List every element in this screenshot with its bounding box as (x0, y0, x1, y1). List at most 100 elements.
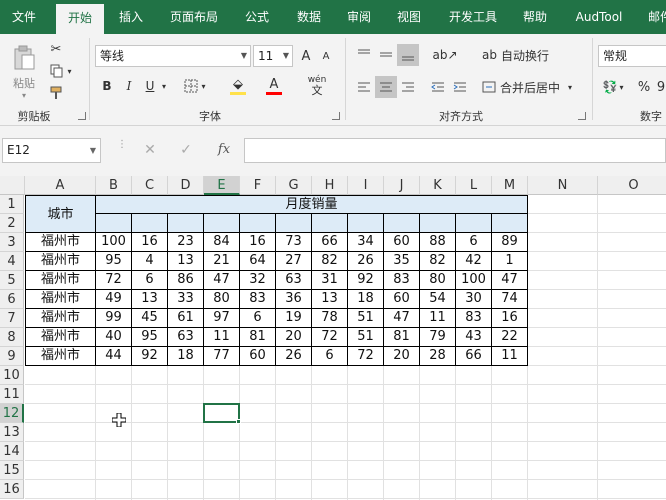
clipboard-launcher-icon[interactable] (78, 112, 86, 120)
tab-home[interactable]: 开始 (56, 4, 104, 34)
column-header-g[interactable]: G (276, 176, 312, 195)
sales-cell[interactable]: 88 (420, 233, 456, 252)
sales-cell[interactable]: 60 (384, 233, 420, 252)
sales-cell[interactable]: 47 (492, 271, 528, 290)
align-middle-button[interactable] (376, 44, 396, 66)
sales-cell[interactable]: 16 (132, 233, 168, 252)
sales-cell[interactable]: 49 (96, 290, 132, 309)
header-blank-cell[interactable] (240, 214, 276, 233)
row-header-1[interactable]: 1 (0, 195, 24, 214)
sales-cell[interactable]: 51 (348, 309, 384, 328)
tab-mailings[interactable]: 邮件 (640, 0, 666, 34)
sales-cell[interactable]: 47 (384, 309, 420, 328)
sales-cell[interactable]: 63 (168, 328, 204, 347)
header-blank-cell[interactable] (204, 214, 240, 233)
accounting-format-button[interactable]: 💱 ▾ (598, 76, 628, 98)
row-header-16[interactable]: 16 (0, 480, 24, 499)
column-header-d[interactable]: D (168, 176, 204, 195)
sales-cell[interactable]: 72 (312, 328, 348, 347)
align-bottom-button[interactable] (397, 44, 419, 66)
underline-button[interactable]: U (141, 76, 159, 96)
sales-cell[interactable]: 4 (132, 252, 168, 271)
city-cell[interactable]: 福州市 (25, 252, 96, 271)
sales-cell[interactable]: 20 (384, 347, 420, 366)
sales-cell[interactable]: 89 (492, 233, 528, 252)
sales-cell[interactable]: 81 (240, 328, 276, 347)
column-header-c[interactable]: C (132, 176, 168, 195)
select-all-corner[interactable] (0, 176, 25, 195)
fill-handle[interactable] (236, 419, 241, 424)
sales-cell[interactable]: 6 (456, 233, 492, 252)
sales-cell[interactable]: 83 (240, 290, 276, 309)
sales-cell[interactable]: 19 (276, 309, 312, 328)
sales-cell[interactable]: 1 (492, 252, 528, 271)
splitter-grip-icon[interactable]: ⋮ (117, 140, 127, 158)
sales-cell[interactable]: 66 (312, 233, 348, 252)
row-header-14[interactable]: 14 (0, 442, 24, 461)
sales-cell[interactable]: 60 (240, 347, 276, 366)
sales-cell[interactable]: 20 (276, 328, 312, 347)
sales-cell[interactable]: 100 (456, 271, 492, 290)
row-header-7[interactable]: 7 (0, 309, 24, 328)
row-header-8[interactable]: 8 (0, 328, 24, 347)
sales-cell[interactable]: 34 (348, 233, 384, 252)
city-cell[interactable]: 福州市 (25, 347, 96, 366)
tab-review[interactable]: 审阅 (338, 0, 380, 34)
fill-color-button[interactable]: ⬙ (222, 76, 254, 96)
sales-cell[interactable]: 78 (312, 309, 348, 328)
percent-style-button[interactable]: % (634, 76, 654, 98)
city-cell[interactable]: 福州市 (25, 233, 96, 252)
sales-cell[interactable]: 82 (312, 252, 348, 271)
column-header-i[interactable]: I (348, 176, 384, 195)
sales-cell[interactable]: 72 (96, 271, 132, 290)
tab-file[interactable]: 文件 (0, 0, 48, 34)
sales-cell[interactable]: 45 (132, 309, 168, 328)
sales-cell[interactable]: 6 (132, 271, 168, 290)
row-header-13[interactable]: 13 (0, 423, 24, 442)
row-header-11[interactable]: 11 (0, 385, 24, 404)
sales-cell[interactable]: 83 (384, 271, 420, 290)
header-blank-cell[interactable] (312, 214, 348, 233)
sales-cell[interactable]: 80 (420, 271, 456, 290)
row-header-4[interactable]: 4 (0, 252, 24, 271)
header-blank-cell[interactable] (348, 214, 384, 233)
sales-cell[interactable]: 44 (96, 347, 132, 366)
tab-insert[interactable]: 插入 (110, 0, 152, 34)
align-right-button[interactable] (398, 76, 418, 98)
worksheet-grid[interactable]: A B C D E F G H I J K L M N O 1 2 3 4 5 6 7 8 9 10 11 12 13 14 15 16 城市… (0, 176, 666, 500)
sales-cell[interactable]: 51 (348, 328, 384, 347)
city-cell[interactable]: 福州市 (25, 328, 96, 347)
sales-cell[interactable]: 36 (276, 290, 312, 309)
sales-cell[interactable]: 74 (492, 290, 528, 309)
sales-cell[interactable]: 6 (240, 309, 276, 328)
header-blank-cell[interactable] (420, 214, 456, 233)
column-header-o[interactable]: O (598, 176, 666, 195)
sales-cell[interactable]: 35 (384, 252, 420, 271)
header-blank-cell[interactable] (132, 214, 168, 233)
column-header-b[interactable]: B (96, 176, 132, 195)
sales-cell[interactable]: 86 (168, 271, 204, 290)
sales-cell[interactable]: 32 (240, 271, 276, 290)
name-box[interactable]: E12 ▼ (2, 138, 101, 163)
enter-icon[interactable]: ✓ (176, 140, 196, 160)
sales-cell[interactable]: 72 (348, 347, 384, 366)
insert-function-icon[interactable]: fx (212, 140, 236, 160)
sales-cell[interactable]: 66 (456, 347, 492, 366)
sales-cell[interactable]: 84 (204, 233, 240, 252)
sales-cell[interactable]: 26 (276, 347, 312, 366)
shrink-font-button[interactable]: A (317, 46, 335, 66)
sales-cell[interactable]: 43 (456, 328, 492, 347)
sales-cell[interactable]: 92 (132, 347, 168, 366)
sales-cell[interactable]: 11 (420, 309, 456, 328)
sales-cell[interactable]: 28 (420, 347, 456, 366)
sales-cell[interactable]: 13 (168, 252, 204, 271)
alignment-launcher-icon[interactable] (578, 112, 586, 120)
header-blank-cell[interactable] (96, 214, 132, 233)
wrap-text-button[interactable]: ab 自动换行 (482, 44, 554, 66)
formula-input[interactable] (244, 138, 666, 163)
sales-cell[interactable]: 77 (204, 347, 240, 366)
sales-cell[interactable]: 54 (420, 290, 456, 309)
column-header-e[interactable]: E (204, 176, 240, 195)
sales-cell[interactable]: 92 (348, 271, 384, 290)
row-header-3[interactable]: 3 (0, 233, 24, 252)
